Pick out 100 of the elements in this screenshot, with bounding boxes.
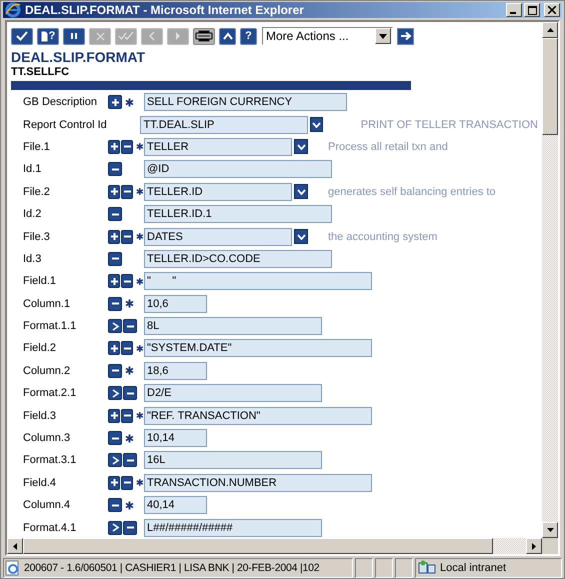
- remove-button[interactable]: [108, 252, 122, 266]
- field-label: Column.1: [23, 298, 72, 310]
- plus-icon: [110, 344, 119, 353]
- remove-button[interactable]: [123, 453, 137, 468]
- dropdown-button[interactable]: [294, 184, 308, 200]
- add-button[interactable]: [108, 95, 122, 110]
- text-field[interactable]: 18,6: [144, 362, 207, 380]
- add-button[interactable]: [108, 230, 120, 244]
- expand-button[interactable]: [108, 319, 122, 334]
- text-field[interactable]: 10,14: [144, 429, 207, 448]
- remove-button[interactable]: [121, 341, 134, 356]
- commit-button[interactable]: [11, 28, 33, 44]
- remove-button[interactable]: [108, 498, 122, 512]
- remove-button[interactable]: [108, 162, 122, 176]
- remove-button[interactable]: [121, 230, 134, 244]
- remove-button[interactable]: [108, 296, 122, 311]
- remove-button[interactable]: [123, 386, 137, 400]
- add-button[interactable]: [108, 476, 120, 490]
- plus-icon: [110, 232, 119, 242]
- up-button[interactable]: [219, 28, 236, 44]
- field-label: Column.4: [23, 499, 72, 512]
- remove-button[interactable]: [121, 184, 134, 199]
- scrollbar-thumb[interactable]: [542, 38, 558, 135]
- close-button[interactable]: [544, 3, 560, 17]
- text-field[interactable]: " ": [144, 272, 372, 290]
- field-label: Field.4: [23, 476, 58, 489]
- field-label: Report Control Id: [23, 118, 107, 131]
- add-button[interactable]: [108, 184, 120, 199]
- more-actions-dropdown[interactable]: More Actions ...: [262, 27, 393, 45]
- text-field[interactable]: TELLER.ID>CO.CODE: [144, 250, 332, 268]
- text-field[interactable]: DATES: [144, 228, 292, 246]
- field-label: Field.1: [23, 275, 58, 288]
- expand-button[interactable]: [108, 386, 122, 400]
- chevron-right-icon: [110, 523, 120, 532]
- maximize-button[interactable]: [524, 3, 540, 17]
- field-label: Format.2.1: [23, 387, 78, 400]
- remove-button[interactable]: [123, 319, 137, 334]
- remove-button[interactable]: [121, 476, 134, 490]
- plus-icon: [110, 98, 120, 107]
- add-button[interactable]: [108, 408, 120, 423]
- expand-button[interactable]: [108, 520, 122, 535]
- text-field[interactable]: "SYSTEM.DATE": [144, 339, 372, 358]
- field-label: File.3: [23, 230, 51, 243]
- chevron-down-icon: [296, 144, 306, 150]
- text-field[interactable]: TELLER.ID.1: [144, 205, 332, 224]
- pause-icon: [70, 32, 78, 40]
- text-field[interactable]: TT.DEAL.SLIP: [140, 116, 308, 134]
- remove-button[interactable]: [123, 520, 137, 535]
- dropdown-button[interactable]: [294, 229, 308, 244]
- arrow-right-icon: [532, 542, 536, 550]
- field-label: Field.3: [23, 410, 58, 422]
- text-field[interactable]: "REF. TRANSACTION": [144, 406, 372, 425]
- arrow-right-icon: [400, 31, 412, 41]
- remove-button[interactable]: [108, 207, 122, 222]
- cross-icon: [96, 32, 104, 40]
- text-field[interactable]: 10,6: [144, 294, 207, 313]
- description-text: the accounting system: [328, 230, 438, 243]
- globe-icon: [5, 2, 21, 18]
- page-title: DEAL.SLIP.FORMAT: [11, 50, 146, 65]
- dropdown-arrow-icon: [379, 34, 387, 38]
- text-field[interactable]: TRANSACTION.NUMBER: [144, 474, 372, 492]
- print-button[interactable]: [193, 28, 215, 44]
- remove-button[interactable]: [121, 140, 134, 154]
- vertical-scrollbar[interactable]: [542, 22, 558, 538]
- add-button[interactable]: [108, 341, 120, 356]
- text-field[interactable]: TELLER.ID: [144, 182, 292, 201]
- text-field[interactable]: TELLER: [144, 138, 292, 156]
- expand-button[interactable]: [108, 453, 122, 468]
- text-field[interactable]: 40,14: [144, 496, 207, 514]
- add-button[interactable]: [108, 140, 120, 154]
- chevron-down-icon: [312, 122, 321, 128]
- description-text: generates self balancing entries to: [328, 186, 496, 198]
- arrow-down-icon: [546, 528, 554, 532]
- text-field[interactable]: 8L: [144, 317, 322, 336]
- chevron-down-icon: [296, 188, 306, 195]
- minimize-button[interactable]: [506, 3, 522, 17]
- remove-button[interactable]: [121, 274, 134, 288]
- add-button[interactable]: [108, 274, 120, 288]
- text-field[interactable]: L##/#####/#####: [144, 518, 322, 537]
- chevron-left-icon: [148, 31, 156, 41]
- document-icon: [40, 30, 48, 42]
- field-label: Column.2: [23, 364, 72, 377]
- page-icon: [5, 560, 21, 576]
- network-icon: [418, 560, 436, 576]
- text-field[interactable]: SELL FOREIGN CURRENCY: [144, 93, 347, 112]
- field-label: Column.3: [23, 432, 72, 444]
- text-field[interactable]: D2/E: [144, 384, 322, 402]
- dropdown-button[interactable]: [310, 117, 323, 132]
- arrow-up-icon: [546, 28, 554, 32]
- query-button[interactable]: ?: [37, 28, 59, 44]
- dropdown-button[interactable]: [294, 139, 308, 154]
- field-label: File.1: [23, 140, 51, 153]
- help-button[interactable]: ?: [240, 28, 257, 44]
- remove-button[interactable]: [121, 408, 134, 423]
- remove-button[interactable]: [108, 431, 122, 446]
- text-field[interactable]: @ID: [144, 160, 332, 178]
- remove-button[interactable]: [108, 364, 122, 378]
- hold-button[interactable]: [63, 28, 85, 44]
- go-button[interactable]: [397, 28, 414, 44]
- text-field[interactable]: 16L: [144, 451, 322, 470]
